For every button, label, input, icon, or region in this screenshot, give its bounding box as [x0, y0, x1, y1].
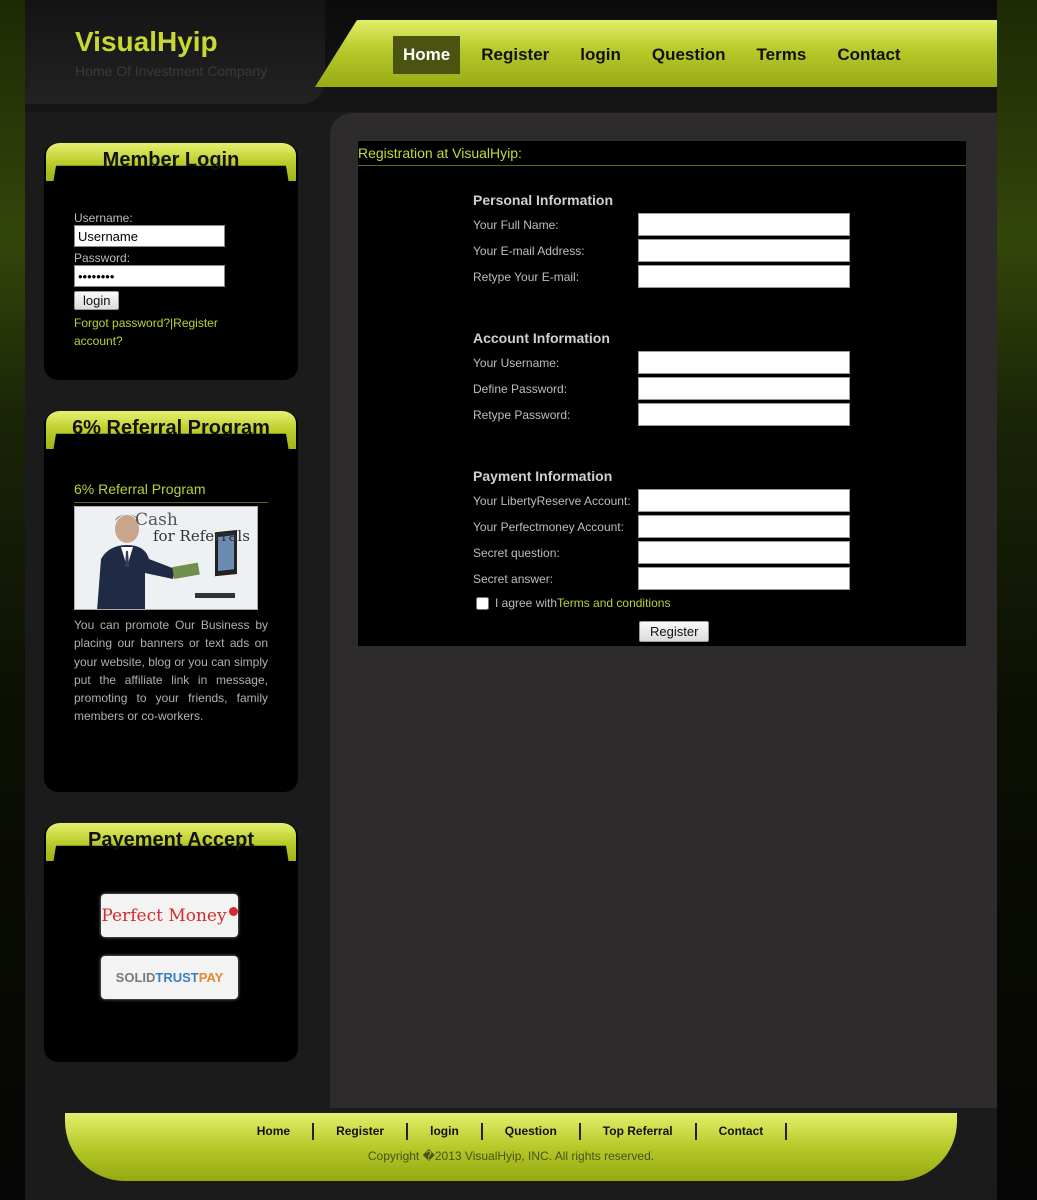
perfect-money-mark: [228, 907, 238, 916]
username-field[interactable]: [638, 351, 850, 374]
secret-answer-label: Secret answer:: [473, 572, 554, 586]
logo: VisualHyip Home Of Investment Company: [25, 0, 325, 104]
secret-question-input[interactable]: [638, 541, 850, 564]
nav-home[interactable]: Home: [393, 36, 461, 74]
registration-form: Registration at VisualHyip: Personal Inf…: [358, 141, 966, 646]
secret-answer-row: Secret answer:: [473, 567, 853, 591]
personal-info-heading: Personal Information: [473, 192, 614, 208]
password-row: Define Password:: [473, 377, 853, 401]
email-label: Your E-mail Address:: [473, 244, 585, 258]
full-name-label: Your Full Name:: [473, 218, 559, 232]
stp-pay-text: PAY: [198, 970, 224, 985]
stp-trust-text: TRUST: [155, 970, 199, 985]
username-label: Username:: [74, 211, 133, 225]
header: VisualHyip Home Of Investment Company Ho…: [25, 0, 997, 112]
retype-email-input[interactable]: [638, 265, 850, 288]
perfectmoney-label: Your Perfectmoney Account:: [473, 520, 624, 534]
footer-link-top-referral[interactable]: Top Referral: [581, 1123, 697, 1140]
cash-for-referrals-image: Cash for Referrals: [74, 506, 258, 610]
footer-link-question[interactable]: Question: [483, 1123, 581, 1140]
payment-info-heading: Payment Information: [473, 468, 613, 484]
nav-login[interactable]: login: [570, 36, 631, 74]
image-text-referrals: for Referrals: [153, 527, 250, 545]
perfect-money-text: Perfect Money: [101, 905, 227, 926]
perfectmoney-input[interactable]: [638, 515, 850, 538]
liberty-label: Your LibertyReserve Account:: [473, 494, 631, 508]
agree-row: I agree with Terms and conditions: [476, 596, 670, 610]
email-input[interactable]: [638, 239, 850, 262]
retype-password-field[interactable]: [638, 403, 850, 426]
page: VisualHyip Home Of Investment Company Ho…: [25, 0, 997, 1200]
referral-title: 6% Referral Program: [72, 417, 270, 439]
footer-link-contact[interactable]: Contact: [697, 1123, 788, 1140]
footer-link-login[interactable]: login: [408, 1123, 483, 1140]
referral-box: 6% Referral Program 6% Referral Program …: [44, 411, 298, 792]
forgot-password-link[interactable]: Forgot password?: [74, 316, 170, 330]
member-login-title: Member Login: [102, 149, 240, 171]
registration-title: Registration at VisualHyip:: [358, 141, 966, 166]
referral-heading: 6% Referral Program: [74, 481, 268, 503]
site-tagline: Home Of Investment Company: [75, 63, 268, 79]
login-button[interactable]: login: [74, 291, 120, 310]
retype-email-row: Retype Your E-mail:: [473, 265, 853, 289]
background-right: [995, 0, 1037, 1200]
solidtrustpay-logo[interactable]: SOLID TRUST PAY: [101, 956, 238, 999]
copyright: Copyright �2013 VisualHyip, INC. All rig…: [367, 1149, 655, 1163]
main-content: Registration at VisualHyip: Personal Inf…: [330, 113, 997, 1108]
password-field[interactable]: [638, 377, 850, 400]
nav-register[interactable]: Register: [471, 36, 559, 74]
nav-contact[interactable]: Contact: [827, 36, 910, 74]
username-field-label: Your Username:: [473, 356, 560, 370]
member-login-box: Member Login Username: Password: login F…: [44, 143, 298, 380]
perfectmoney-row: Your Perfectmoney Account:: [473, 515, 853, 539]
secret-answer-input[interactable]: [638, 567, 850, 590]
password-label: Password:: [74, 251, 131, 265]
terms-link[interactable]: Terms and conditions: [557, 596, 670, 610]
email-row: Your E-mail Address:: [473, 239, 853, 263]
password-field-label: Define Password:: [473, 382, 568, 396]
login-form: Username: Password: login Forgot passwor…: [74, 211, 274, 350]
retype-password-label: Retype Password:: [473, 408, 571, 422]
perfect-money-logo[interactable]: Perfect Money: [101, 894, 238, 937]
username-row: Your Username:: [473, 351, 853, 375]
footer-nav: Home Register login Question Top Referra…: [25, 1123, 997, 1140]
stp-solid-text: SOLID: [115, 970, 156, 985]
register-button[interactable]: Register: [639, 621, 710, 642]
account-info-heading: Account Information: [473, 330, 610, 346]
agree-text: I agree with: [495, 596, 558, 610]
password-input[interactable]: [74, 265, 225, 287]
retype-email-label: Retype Your E-mail:: [473, 270, 580, 284]
secret-question-label: Secret question:: [473, 546, 560, 560]
agree-checkbox[interactable]: [476, 596, 489, 610]
retype-password-row: Retype Password:: [473, 403, 853, 427]
site-title[interactable]: VisualHyip: [75, 26, 218, 58]
liberty-reserve-input[interactable]: [638, 489, 850, 512]
full-name-input[interactable]: [638, 213, 850, 236]
main-nav: Home Register login Question Terms Conta…: [393, 36, 922, 74]
username-input[interactable]: [74, 225, 225, 247]
nav-terms[interactable]: Terms: [747, 36, 817, 74]
payment-accept-title: Payement Accept: [88, 829, 254, 851]
footer-link-register[interactable]: Register: [314, 1123, 409, 1140]
referral-description: You can promote Our Business by placing …: [74, 618, 268, 724]
payment-accept-box: Payement Accept Perfect Money SOLID TRUS…: [44, 823, 298, 1062]
secret-question-row: Secret question:: [473, 541, 853, 565]
footer-link-home[interactable]: Home: [235, 1123, 315, 1140]
full-name-row: Your Full Name:: [473, 213, 853, 237]
nav-question[interactable]: Question: [642, 36, 736, 74]
liberty-row: Your LibertyReserve Account:: [473, 489, 853, 513]
background-left: [0, 0, 26, 1200]
